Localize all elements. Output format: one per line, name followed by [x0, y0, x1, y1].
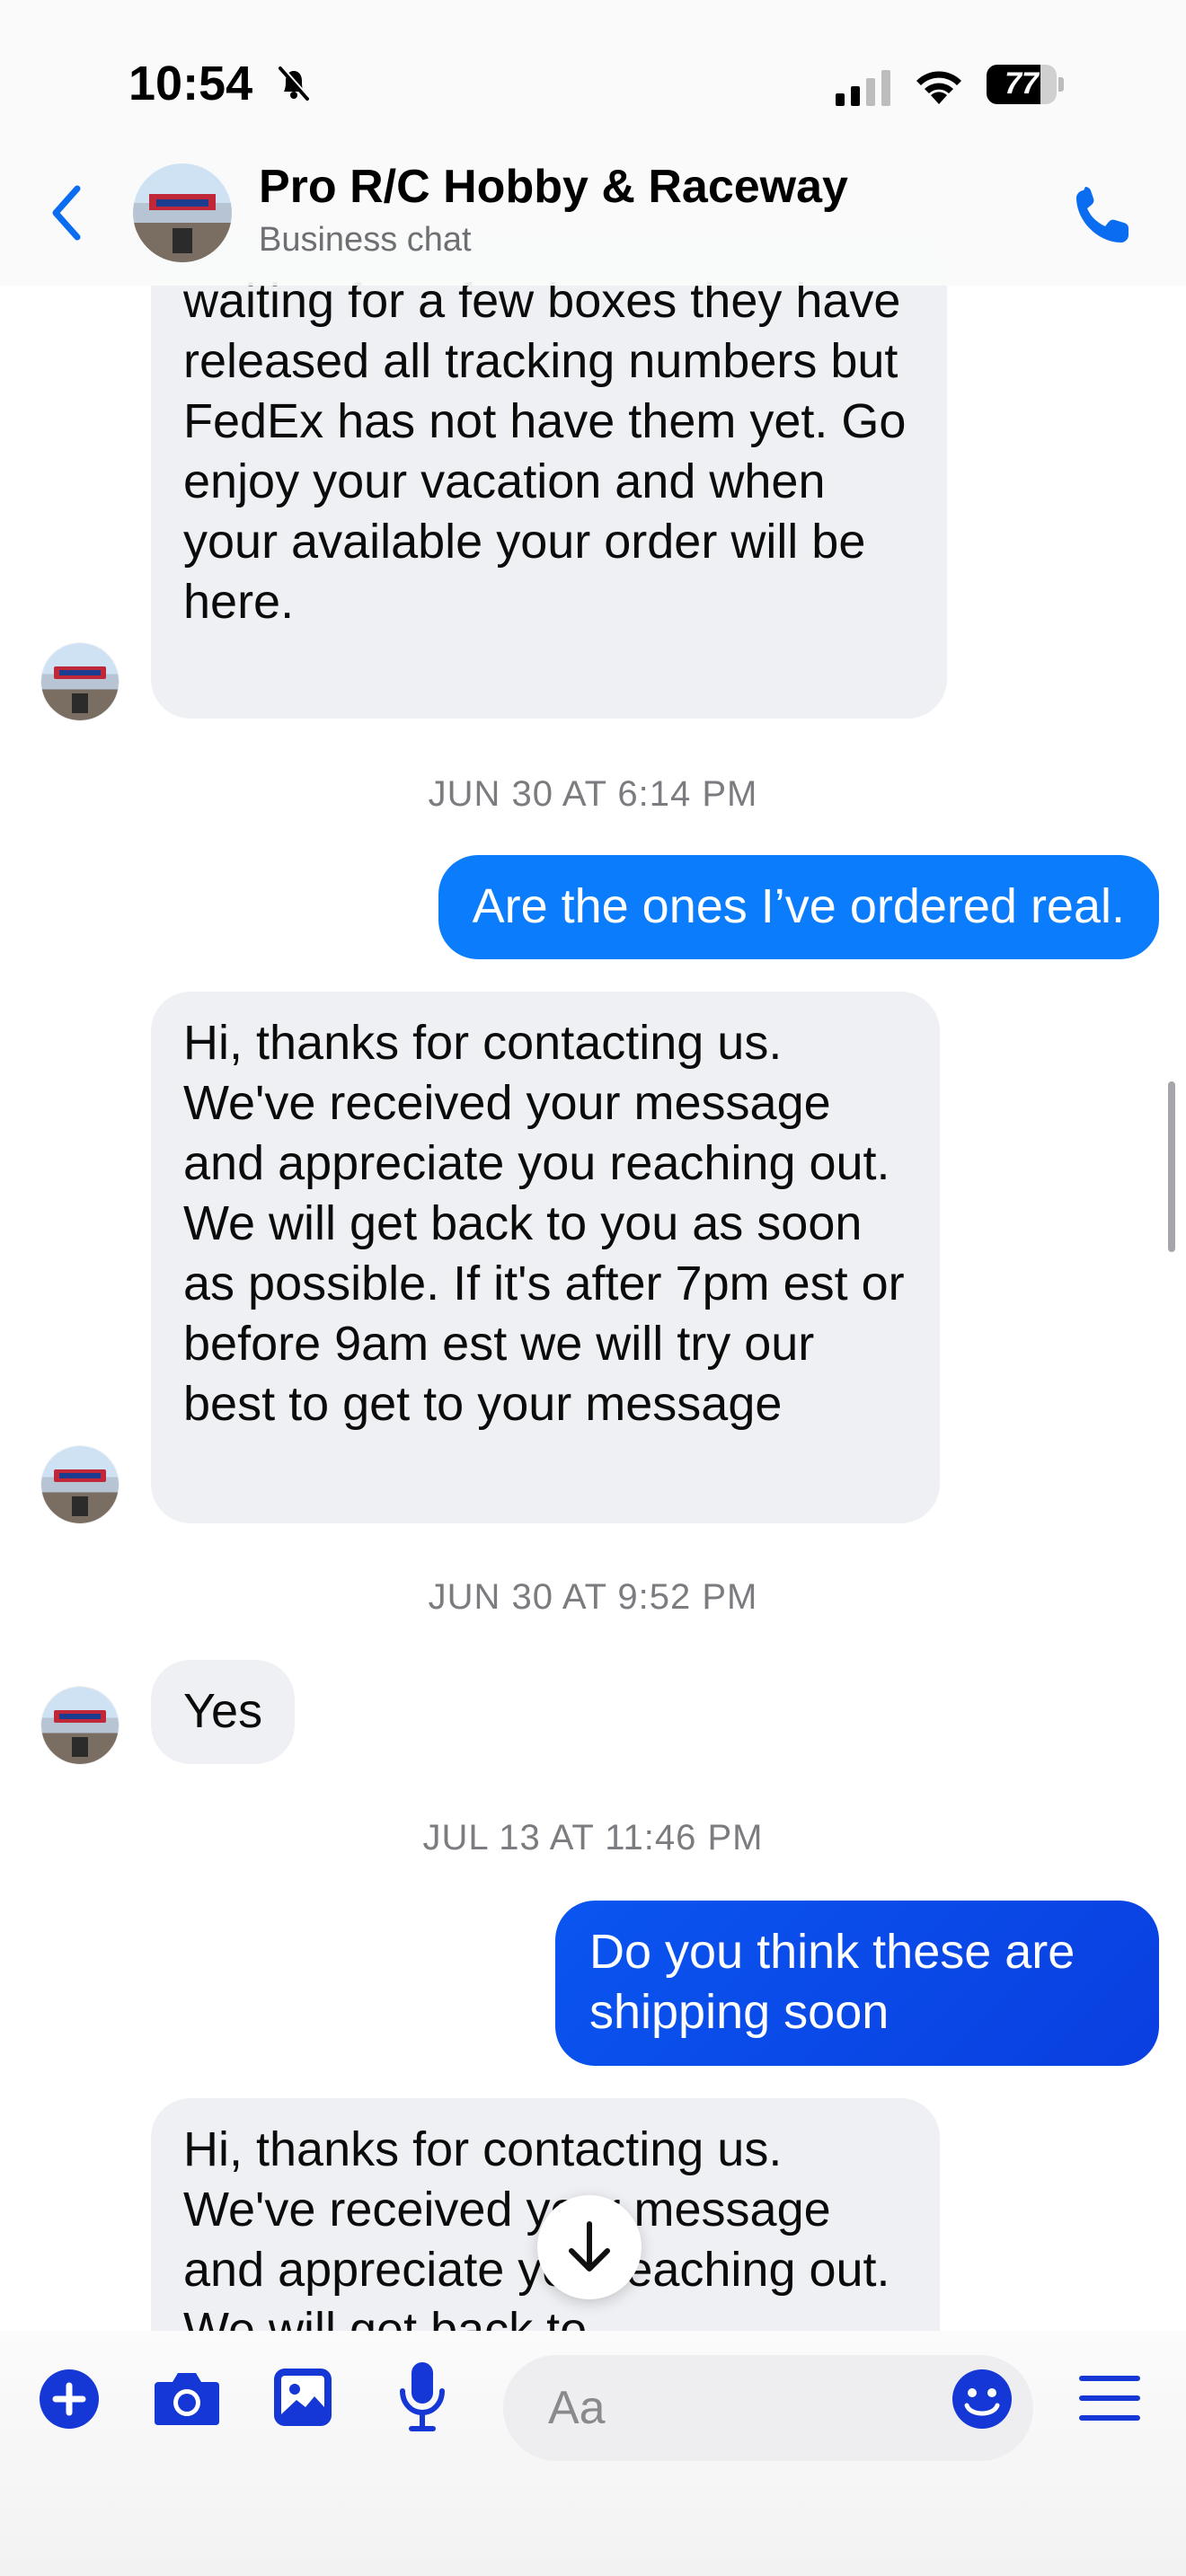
incoming-message[interactable]: waiting for a few boxes they have releas… — [151, 234, 947, 719]
battery-level: 77 — [1005, 66, 1039, 101]
arrow-down-icon — [569, 2221, 610, 2272]
outgoing-message[interactable]: Do you think these are shipping soon — [555, 1901, 1159, 2066]
wifi-icon — [916, 71, 961, 104]
menu-icon[interactable] — [1078, 2371, 1141, 2425]
chat-title[interactable]: Pro R/C Hobby & Raceway — [259, 160, 848, 214]
battery-icon: 77 — [987, 65, 1064, 104]
outgoing-message[interactable]: Are the ones I’ve ordered real. — [438, 855, 1159, 959]
status-time: 10:54 — [128, 57, 253, 110]
business-avatar[interactable] — [41, 1687, 119, 1764]
camera-icon[interactable] — [153, 2368, 221, 2429]
phone-icon[interactable] — [1071, 183, 1136, 248]
microphone-icon[interactable] — [397, 2360, 447, 2432]
business-avatar[interactable] — [41, 1446, 119, 1523]
chat-subtitle: Business chat — [259, 221, 472, 259]
top-bar: 10:54 77 Pro R/C Hobby & Raceway Busines… — [0, 0, 1186, 286]
emoji-icon[interactable] — [951, 2368, 1013, 2430]
message-text: waiting for a few boxes they have releas… — [183, 274, 907, 629]
business-avatar[interactable] — [133, 163, 232, 262]
back-chevron-icon[interactable] — [47, 183, 86, 243]
photo-icon[interactable] — [271, 2366, 334, 2429]
scroll-indicator[interactable] — [1168, 1081, 1175, 1252]
message-text: Do you think these are shipping soon — [589, 1925, 1075, 2039]
timestamp: JUL 13 AT 11:46 PM — [422, 1818, 764, 1857]
message-text: Yes — [183, 1684, 263, 1738]
incoming-message[interactable]: Yes — [151, 1660, 296, 1764]
business-avatar[interactable] — [41, 643, 119, 720]
scroll-to-bottom-button[interactable] — [537, 2195, 642, 2299]
message-text: Hi, thanks for contacting us. We've rece… — [183, 1016, 905, 1431]
timestamp: JUN 30 AT 9:52 PM — [428, 1577, 758, 1617]
bell-slash-icon — [279, 66, 310, 101]
message-list[interactable]: waiting for a few boxes they have releas… — [0, 0, 1186, 2335]
message-text: Are the ones I’ve ordered real. — [472, 879, 1125, 933]
incoming-message[interactable]: Hi, thanks for contacting us. We've rece… — [151, 992, 940, 1523]
timestamp: JUN 30 AT 6:14 PM — [428, 774, 758, 814]
plus-icon[interactable] — [38, 2368, 101, 2430]
signal-icon — [836, 70, 890, 106]
